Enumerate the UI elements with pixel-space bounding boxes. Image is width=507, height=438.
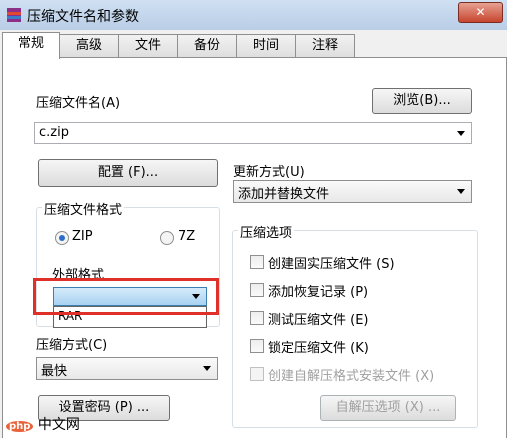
close-icon: ✕ (475, 5, 486, 19)
update-mode-value: 添加并替换文件 (238, 187, 330, 202)
sfx-archive-checkbox[interactable] (250, 367, 264, 381)
recovery-record-label: 添加恢复记录 (P) (268, 285, 369, 300)
watermark-text: 中文网 (37, 417, 80, 433)
test-archive-label: 测试压缩文件 (E) (268, 313, 369, 328)
7z-radio[interactable] (160, 231, 174, 245)
tab-strip: 常规 高级 文件 备份 时间 注释 (2, 32, 505, 59)
compression-method-label: 压缩方式(C) (36, 338, 108, 353)
tab-advanced[interactable]: 高级 (59, 34, 119, 57)
window-title: 压缩文件名和参数 (27, 9, 139, 25)
highlight-box (33, 278, 219, 315)
tab-general[interactable]: 常规 (2, 32, 60, 59)
update-mode-label: 更新方式(U) (233, 165, 305, 180)
sfx-archive-label: 创建自解压格式安装文件 (X) (268, 369, 435, 384)
test-archive-checkbox[interactable] (250, 311, 264, 325)
archiving-options-title: 压缩选项 (238, 222, 295, 241)
close-button[interactable]: ✕ (458, 2, 503, 23)
recovery-record-checkbox[interactable] (250, 283, 264, 297)
tab-comment[interactable]: 注释 (295, 34, 355, 57)
sfx-options-button[interactable]: 自解压选项 (X) ... (320, 395, 456, 421)
compression-method-select[interactable]: 最快 (36, 357, 218, 380)
php-logo: php (6, 421, 34, 432)
radio-selected-dot (59, 235, 65, 241)
chevron-down-icon (457, 189, 465, 194)
zip-label: ZIP (72, 229, 93, 244)
archive-name-value: c.zip (39, 125, 69, 140)
tab-backup[interactable]: 备份 (177, 34, 237, 57)
winrar-icon (7, 8, 21, 22)
update-mode-select[interactable]: 添加并替换文件 (233, 180, 472, 203)
profiles-button[interactable]: 配置 (F)... (38, 159, 218, 187)
chevron-down-icon (457, 131, 465, 136)
browse-button[interactable]: 浏览(B)... (372, 88, 472, 114)
tab-files[interactable]: 文件 (118, 34, 178, 57)
chevron-down-icon (203, 366, 211, 371)
archive-format-title: 压缩文件格式 (42, 199, 125, 218)
solid-archive-label: 创建固实压缩文件 (S) (268, 257, 395, 272)
zip-radio[interactable] (55, 231, 69, 245)
tab-time[interactable]: 时间 (236, 34, 296, 57)
7z-label: 7Z (178, 229, 196, 244)
archive-name-combo[interactable]: c.zip (34, 122, 472, 144)
archive-name-label: 压缩文件名(A) (36, 96, 121, 111)
compression-method-value: 最快 (41, 364, 68, 379)
lock-archive-checkbox[interactable] (250, 339, 264, 353)
site-watermark: php 中文网 (6, 414, 80, 434)
lock-archive-label: 锁定压缩文件 (K) (268, 341, 369, 356)
solid-archive-checkbox[interactable] (250, 255, 264, 269)
